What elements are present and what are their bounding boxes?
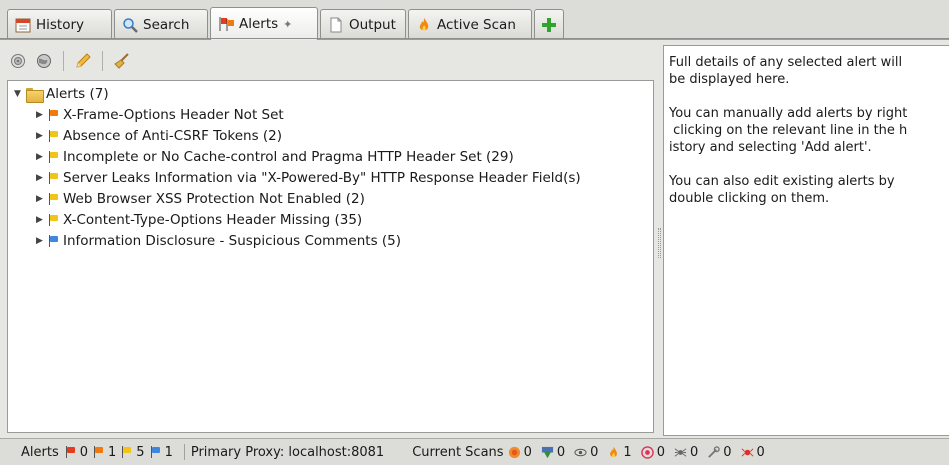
plus-icon (541, 17, 557, 33)
scan-count-download: 0 (537, 445, 570, 460)
alert-item[interactable]: ▶ X-Frame-Options Header Not Set (36, 105, 284, 125)
low-risk-flag-icon (121, 446, 132, 458)
low-risk-flag-icon (48, 151, 59, 163)
magnifier-icon (122, 17, 138, 33)
scan-count-bug: 0 (737, 445, 770, 460)
bug-icon (741, 447, 753, 457)
scan-count-wrench: 0 (703, 445, 736, 460)
spider-ajax-icon (508, 446, 520, 458)
medium-alert-count: 1 (93, 445, 121, 460)
alert-item[interactable]: ▶ Incomplete or No Cache-control and Pra… (36, 147, 514, 167)
wrench-icon (708, 445, 721, 458)
tab-history-label: History (36, 16, 85, 33)
toolbar-separator (102, 51, 103, 71)
tab-output[interactable]: Output (320, 9, 406, 39)
scan-count-target: 0 (637, 445, 670, 460)
tab-search-label: Search (143, 16, 190, 33)
globe-icon[interactable] (34, 51, 54, 71)
high-risk-flag-icon (65, 446, 76, 458)
alert-item-label: Web Browser XSS Protection Not Enabled (… (63, 191, 365, 207)
splitter-grip[interactable] (658, 228, 661, 258)
current-scans-label: Current Scans (412, 444, 504, 460)
eye-icon (574, 448, 587, 456)
low-risk-flag-icon (48, 130, 59, 142)
chevron-right-icon[interactable]: ▶ (36, 173, 48, 183)
alert-item[interactable]: ▶ Web Browser XSS Protection Not Enabled… (36, 189, 365, 209)
alerts-tree-panel: ▼ Alerts (7) ▶ X-Frame-Options Header No… (7, 80, 654, 433)
target-icon[interactable] (8, 51, 28, 71)
document-icon (328, 17, 344, 33)
tab-history[interactable]: History (7, 9, 112, 39)
folder-icon (26, 87, 44, 103)
low-risk-flag-icon (48, 214, 59, 226)
alert-item-label: X-Frame-Options Header Not Set (63, 107, 284, 123)
pencil-icon[interactable] (73, 51, 93, 71)
low-risk-flag-icon (48, 193, 59, 205)
alert-item-label: Absence of Anti-CSRF Tokens (2) (63, 128, 283, 144)
medium-risk-flag-icon (48, 109, 59, 121)
tab-output-label: Output (349, 16, 396, 33)
proxy-status: Primary Proxy: localhost:8081 (190, 444, 385, 460)
tab-bar: History Search Alerts ✦ Output Active Sc… (0, 0, 949, 40)
detail-text: You can manually add alerts by right cli… (669, 106, 908, 155)
info-alert-count: 1 (150, 445, 178, 460)
alert-item[interactable]: ▶ Server Leaks Information via "X-Powere… (36, 168, 581, 188)
tab-bar-divider (0, 38, 949, 39)
alert-item-label: Server Leaks Information via "X-Powered-… (63, 170, 581, 186)
chevron-right-icon[interactable]: ▶ (36, 194, 48, 204)
tab-alerts[interactable]: Alerts ✦ (210, 7, 318, 40)
flame-icon (610, 446, 618, 457)
alert-item[interactable]: ▶ X-Content-Type-Options Header Missing … (36, 210, 362, 230)
scan-count-spider: 0 (670, 445, 703, 460)
alert-detail-panel: Full details of any selected alert will … (663, 45, 949, 436)
low-risk-flag-icon (48, 172, 59, 184)
chevron-down-icon[interactable]: ▼ (14, 89, 26, 99)
scan-count-active-scan: 1 (603, 445, 636, 460)
broom-icon[interactable] (112, 51, 132, 71)
chevron-right-icon[interactable]: ▶ (36, 152, 48, 162)
alert-item-label: Incomplete or No Cache-control and Pragm… (63, 149, 514, 165)
spider-icon (674, 447, 687, 457)
flags-icon (218, 16, 234, 32)
tab-active-scan[interactable]: Active Scan (408, 9, 532, 39)
tree-root-alerts[interactable]: ▼ Alerts (7) (14, 84, 109, 104)
tab-active-scan-label: Active Scan (437, 16, 516, 33)
calendar-icon (15, 17, 31, 33)
toolbar-separator (63, 51, 64, 71)
scan-count-eye: 0 (570, 445, 603, 460)
alert-item-label: X-Content-Type-Options Header Missing (3… (63, 212, 363, 228)
alert-item-label: Information Disclosure - Suspicious Comm… (63, 233, 402, 249)
alerts-status-label: Alerts (21, 444, 59, 460)
detail-text: You can also edit existing alerts by dou… (669, 174, 895, 206)
info-risk-flag-icon (150, 446, 161, 458)
download-icon (541, 446, 553, 458)
chevron-right-icon[interactable]: ▶ (36, 236, 48, 246)
pin-icon[interactable]: ✦ (283, 18, 292, 31)
detail-text: Full details of any selected alert will … (669, 55, 903, 87)
status-bar: Alerts 0 1 5 1 Primary Proxy: localhost:… (0, 438, 949, 465)
high-alert-count: 0 (65, 445, 93, 460)
tab-search[interactable]: Search (114, 9, 208, 39)
info-risk-flag-icon (48, 235, 59, 247)
target-icon (640, 445, 654, 459)
flame-icon (416, 17, 432, 33)
alerts-toolbar (8, 45, 658, 77)
alert-item[interactable]: ▶ Absence of Anti-CSRF Tokens (2) (36, 126, 282, 146)
tab-alerts-label: Alerts (239, 16, 279, 32)
add-tab-button[interactable] (534, 9, 564, 39)
scan-count-ajax-spider: 0 (504, 445, 537, 460)
chevron-right-icon[interactable]: ▶ (36, 215, 48, 225)
status-separator (183, 444, 185, 460)
alert-item[interactable]: ▶ Information Disclosure - Suspicious Co… (36, 231, 401, 251)
chevron-right-icon[interactable]: ▶ (36, 131, 48, 141)
chevron-right-icon[interactable]: ▶ (36, 110, 48, 120)
tree-root-label: Alerts (7) (46, 86, 109, 102)
medium-risk-flag-icon (93, 446, 104, 458)
low-alert-count: 5 (121, 445, 149, 460)
